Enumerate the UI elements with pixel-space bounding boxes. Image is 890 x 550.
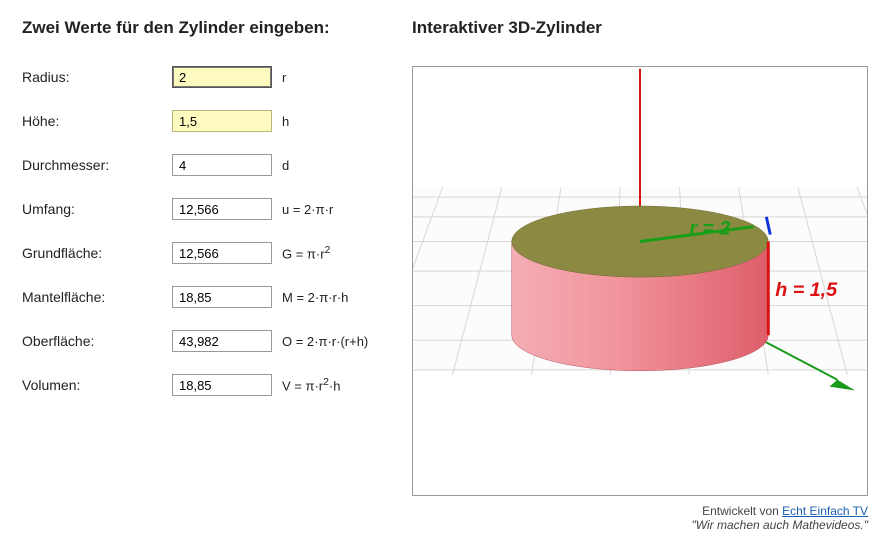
row-radius: Radius: r (22, 66, 382, 88)
unit-oberfl: O = 2·π·r·(r+h) (282, 334, 368, 349)
unit-radius: r (282, 70, 286, 85)
input-grundfl[interactable] (172, 242, 272, 264)
row-durchmesser: Durchmesser: d (22, 154, 382, 176)
unit-umfang: u = 2·π·r (282, 202, 333, 217)
input-panel: Zwei Werte für den Zylinder eingeben: Ra… (22, 18, 382, 532)
row-volumen: Volumen: V = π·r2·h (22, 374, 382, 396)
unit-mantel: M = 2·π·r·h (282, 290, 348, 305)
label-r: r = 2 (689, 218, 730, 240)
form-heading: Zwei Werte für den Zylinder eingeben: (22, 18, 382, 38)
label-grundfl: Grundfläche: (22, 245, 172, 261)
input-oberfl[interactable] (172, 330, 272, 352)
input-durchmesser[interactable] (172, 154, 272, 176)
label-radius: Radius: (22, 69, 172, 85)
row-mantel: Mantelfläche: M = 2·π·r·h (22, 286, 382, 308)
row-oberfl: Oberfläche: O = 2·π·r·(r+h) (22, 330, 382, 352)
input-volumen[interactable] (172, 374, 272, 396)
viz-heading: Interaktiver 3D-Zylinder (412, 18, 868, 38)
footer-link[interactable]: Echt Einfach TV (782, 504, 868, 518)
label-durchmesser: Durchmesser: (22, 157, 172, 173)
cylinder-3d-view[interactable]: r = 2 h = 1,5 (412, 66, 868, 496)
input-hoehe[interactable] (172, 110, 272, 132)
footer-tagline: "Wir machen auch Mathevideos." (692, 518, 869, 532)
unit-hoehe: h (282, 114, 289, 129)
input-umfang[interactable] (172, 198, 272, 220)
viz-panel: Interaktiver 3D-Zylinder (412, 18, 868, 532)
label-volumen: Volumen: (22, 377, 172, 393)
axis-arrow-icon (829, 380, 855, 391)
unit-volumen: V = π·r2·h (282, 377, 340, 393)
footer: Entwickelt von Echt Einfach TV "Wir mach… (412, 504, 868, 532)
row-hoehe: Höhe: h (22, 110, 382, 132)
label-hoehe: Höhe: (22, 113, 172, 129)
label-mantel: Mantelfläche: (22, 289, 172, 305)
unit-durchmesser: d (282, 158, 289, 173)
input-radius[interactable] (172, 66, 272, 88)
unit-grundfl: G = π·r2 (282, 245, 330, 261)
input-mantel[interactable] (172, 286, 272, 308)
label-h: h = 1,5 (775, 279, 838, 301)
row-umfang: Umfang: u = 2·π·r (22, 198, 382, 220)
label-umfang: Umfang: (22, 201, 172, 217)
footer-prefix: Entwickelt von (702, 504, 782, 518)
label-oberfl: Oberfläche: (22, 333, 172, 349)
row-grundfl: Grundfläche: G = π·r2 (22, 242, 382, 264)
